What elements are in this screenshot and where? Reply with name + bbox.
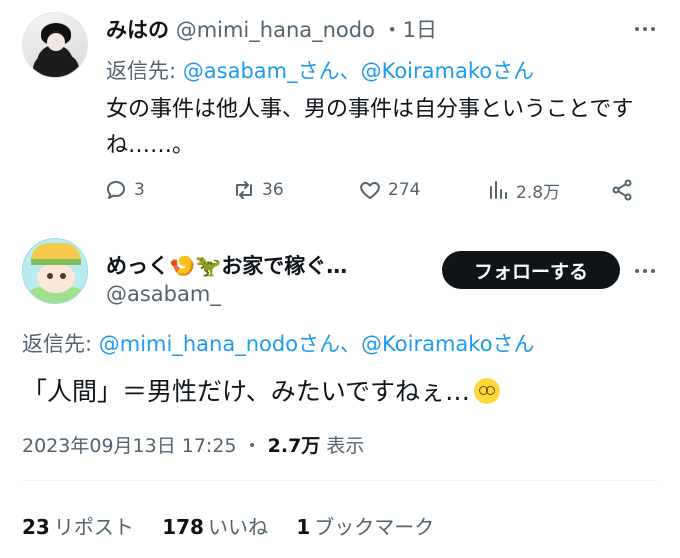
views-count: 2.7万 <box>267 435 321 457</box>
like-button[interactable]: 274 <box>358 172 420 208</box>
like-stat[interactable]: 178 いいね <box>162 515 268 539</box>
repost-button[interactable]: 36 <box>232 172 284 208</box>
divider <box>22 480 658 481</box>
repost-count: 23 <box>22 515 50 539</box>
timestamp[interactable]: ・1日 <box>382 18 437 42</box>
reply-to-label: 返信先: <box>106 59 177 83</box>
reply-icon <box>107 181 125 199</box>
like-count: 274 <box>388 180 421 200</box>
reply-mentions[interactable]: @mimi_hana_nodoさん、@Koiramakoさん <box>99 332 535 356</box>
repost-label: リポスト <box>53 515 134 539</box>
tweet-1[interactable]: みはの @mimi_hana_nodo ・1日 返信先: @asabam_さん、… <box>0 0 680 228</box>
views-label: 表示 <box>326 435 365 457</box>
share-button[interactable] <box>610 172 634 208</box>
tweet-header: みはの @mimi_hana_nodo ・1日 <box>106 14 437 44</box>
repost-count: 36 <box>262 180 284 200</box>
views-icon <box>490 181 507 199</box>
like-count: 178 <box>162 515 204 539</box>
separator: ・ <box>242 435 262 457</box>
repost-icon <box>236 181 252 199</box>
bookmark-stat[interactable]: 1 ブックマーク <box>296 515 434 539</box>
bookmark-label: ブックマーク <box>314 515 435 539</box>
tweet-text: 「人間」＝男性だけ、みたいですねぇ… <box>22 372 501 408</box>
views-count: 2.8万 <box>516 182 561 203</box>
repost-stat[interactable]: 23 リポスト <box>22 515 134 539</box>
display-name[interactable]: めっく🍤🦖お家で稼ぐ… <box>106 250 347 280</box>
shrimp-emoji: 🍤 <box>169 254 196 278</box>
reply-to-label: 返信先: <box>22 332 93 356</box>
handle[interactable]: @mimi_hana_nodo <box>176 18 375 42</box>
more-icon[interactable] <box>630 256 660 286</box>
share-icon <box>612 179 632 201</box>
display-name-suffix: お家で稼ぐ… <box>221 254 348 278</box>
reply-count: 3 <box>134 180 145 200</box>
display-name-text: めっく <box>106 254 169 278</box>
engagement-stats: 23 リポスト 178 いいね 1 ブックマーク <box>22 511 456 540</box>
dinosaur-emoji: 🦖 <box>195 254 222 278</box>
reply-mentions[interactable]: @asabam_さん、@Koiramakoさん <box>183 59 534 83</box>
action-bar: 3 36 274 2.8万 <box>104 172 644 208</box>
more-icon[interactable] <box>630 14 660 44</box>
like-label: いいね <box>207 515 268 539</box>
reply-to: 返信先: @mimi_hana_nodoさん、@Koiramakoさん <box>22 328 535 358</box>
tweet-text: 女の事件は他人事、男の事件は自分事ということですね……。 <box>106 97 634 158</box>
bookmark-count: 1 <box>296 515 311 539</box>
display-name[interactable]: みはの <box>106 18 169 42</box>
reply-to: 返信先: @asabam_さん、@Koiramakoさん <box>106 55 534 85</box>
like-icon <box>360 182 380 199</box>
timestamp[interactable]: 2023年09月13日 17:25 <box>22 435 237 457</box>
reply-button[interactable]: 3 <box>104 172 145 208</box>
handle[interactable]: @asabam_ <box>106 282 221 306</box>
tweet-2[interactable]: めっく🍤🦖お家で稼ぐ… @asabam_ フォローする 返信先: @mimi_h… <box>0 228 680 558</box>
tweet-text-body: 「人間」＝男性だけ、みたいですねぇ… <box>22 377 471 406</box>
dizzy-face-emoji <box>474 378 501 404</box>
follow-button[interactable]: フォローする <box>442 251 620 289</box>
avatar[interactable] <box>22 238 88 304</box>
views-button[interactable]: 2.8万 <box>486 172 560 208</box>
tweet-meta: 2023年09月13日 17:25 ・ 2.7万 表示 <box>22 431 364 458</box>
avatar[interactable] <box>22 12 88 78</box>
